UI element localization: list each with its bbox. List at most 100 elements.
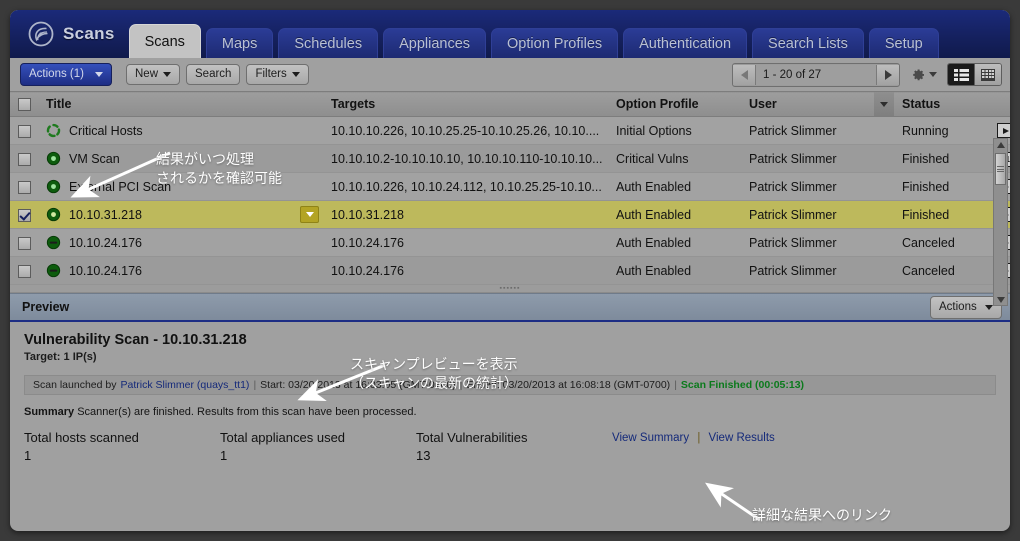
search-button[interactable]: Search [186, 64, 241, 85]
scan-detail-title: Vulnerability Scan - 10.10.31.218 [24, 332, 247, 348]
finished-dot-icon [46, 179, 61, 194]
settings-menu-button[interactable] [910, 67, 937, 83]
row-checkbox-cell[interactable] [10, 256, 38, 285]
list-view-button[interactable] [948, 64, 974, 85]
chevron-down-icon [95, 72, 103, 77]
row-checkbox[interactable] [18, 152, 31, 166]
table-row[interactable]: 10.10.24.176 10.10.24.176 Auth Enabled P… [10, 256, 1010, 285]
spinner-running-icon [46, 123, 61, 138]
launch-user-link[interactable]: Patrick Slimmer (quays_tt1) [120, 379, 249, 391]
row-checkbox-cell[interactable] [10, 144, 38, 173]
view-results-link[interactable]: View Results [709, 432, 775, 444]
scan-preview-pane: Vulnerability Scan - 10.10.31.218 Target… [10, 322, 1010, 497]
scan-status-badge: Scan Finished (00:05:13) [680, 379, 805, 391]
row-status-cell: Canceled [894, 256, 989, 285]
annotation-view-results: 詳細な結果へのリンク [752, 507, 892, 523]
column-header-user[interactable]: User [741, 91, 894, 117]
table-row[interactable]: External PCI Scan 10.10.10.226, 10.10.24… [10, 172, 1010, 201]
row-checkbox[interactable] [18, 264, 31, 278]
table-row[interactable]: Critical Hosts 10.10.10.226, 10.10.25.25… [10, 116, 1010, 145]
tab-option-profiles[interactable]: Option Profiles [491, 28, 619, 58]
preview-actions-button[interactable]: Actions [930, 295, 1002, 319]
row-checkbox[interactable] [18, 208, 31, 222]
row-targets-cell: 10.10.10.226, 10.10.24.112, 10.10.25.25-… [323, 172, 608, 201]
tab-schedules[interactable]: Schedules [278, 28, 379, 58]
pager-prev-button[interactable] [733, 64, 756, 85]
row-checkbox[interactable] [18, 180, 31, 194]
select-all-header[interactable] [10, 91, 38, 117]
row-status-cell: Finished [894, 200, 989, 229]
scroll-up-arrow-icon[interactable] [995, 139, 1006, 150]
triangle-left-icon [740, 69, 748, 80]
tab-setup[interactable]: Setup [868, 28, 939, 58]
view-summary-link[interactable]: View Summary [612, 432, 689, 444]
links-separator: | [697, 432, 701, 444]
row-status-cell: Running [894, 116, 989, 145]
row-title-cell: 10.10.24.176 [38, 228, 323, 257]
tab-maps[interactable]: Maps [205, 28, 274, 58]
table-row[interactable]: 10.10.24.176 10.10.24.176 Auth Enabled P… [10, 228, 1010, 257]
row-checkbox-cell[interactable] [10, 172, 38, 201]
chevron-down-icon [291, 72, 300, 77]
row-checkbox[interactable] [18, 124, 31, 138]
row-checkbox[interactable] [18, 236, 31, 250]
launch-sep-3: | [674, 379, 677, 391]
launch-prefix: Scan launched by [33, 379, 117, 391]
scroll-down-arrow-icon[interactable] [995, 294, 1006, 305]
pager-next-button[interactable] [876, 64, 899, 85]
chevron-down-icon [305, 212, 314, 217]
row-checkbox-cell[interactable] [10, 200, 38, 229]
row-title-cell: Critical Hosts [38, 116, 323, 145]
row-title-cell: VM Scan [38, 144, 323, 173]
tab-authentication[interactable]: Authentication [623, 28, 748, 58]
column-header-title[interactable]: Title [38, 91, 323, 117]
scan-target-line: Target: 1 IP(s) [24, 351, 996, 363]
row-targets-cell: 10.10.24.176 [323, 256, 608, 285]
filters-button[interactable]: Filters [246, 64, 309, 85]
table-row[interactable]: VM Scan 10.10.10.2-10.10.10.10, 10.10.10… [10, 144, 1010, 173]
row-title-cell: External PCI Scan [38, 172, 323, 201]
chevron-down-icon [929, 72, 937, 77]
row-targets-cell: 10.10.10.2-10.10.10.10, 10.10.10.110-10.… [323, 144, 608, 173]
launch-ended: Ended: 03/20/2013 at 16:08:18 (GMT-0700) [466, 379, 671, 391]
row-title-label: 10.10.24.176 [69, 263, 142, 278]
row-targets-cell: 10.10.10.226, 10.10.25.25-10.10.25.26, 1… [323, 116, 608, 145]
canceled-minus-icon [46, 235, 61, 250]
launch-sep-1: | [253, 379, 257, 391]
table-row[interactable]: 10.10.31.218 10.10.31.218 Auth Enabled P… [10, 200, 1010, 229]
actions-button[interactable]: Actions (1) [20, 63, 112, 86]
row-status-cell: Finished [894, 172, 989, 201]
column-header-targets[interactable]: Targets [323, 91, 608, 117]
pagination: 1 - 20 of 27 [732, 62, 900, 87]
main-tabs: Scans Maps Schedules Appliances Option P… [128, 10, 944, 58]
row-menu-button[interactable] [300, 206, 319, 223]
scans-application-window: Scans Scans Maps Schedules Appliances Op… [10, 10, 1010, 531]
gear-icon [913, 69, 924, 80]
finished-dot-icon [46, 151, 61, 166]
row-checkbox-cell[interactable] [10, 116, 38, 145]
row-user-cell: Patrick Slimmer [741, 200, 894, 229]
column-header-status[interactable]: Status [894, 91, 1010, 117]
row-title-label: 10.10.31.218 [69, 207, 142, 222]
row-option-profile-cell: Initial Options [608, 116, 741, 145]
scan-launch-info: Scan launched by Patrick Slimmer (quays_… [24, 375, 996, 395]
column-header-option-profile[interactable]: Option Profile [608, 91, 741, 117]
play-action-icon[interactable] [997, 123, 1010, 139]
new-button[interactable]: New [126, 64, 181, 85]
select-all-checkbox[interactable] [18, 98, 31, 112]
scrollbar-thumb[interactable] [995, 153, 1006, 185]
row-checkbox-cell[interactable] [10, 228, 38, 257]
table-header-row: Title Targets Option Profile User Status [10, 91, 1010, 117]
grid-view-button[interactable] [974, 64, 1001, 85]
row-option-profile-cell: Auth Enabled [608, 256, 741, 285]
tab-search-lists[interactable]: Search Lists [752, 28, 864, 58]
table-scrollbar[interactable] [993, 138, 1008, 306]
app-header: Scans Scans Maps Schedules Appliances Op… [10, 10, 1010, 58]
pane-splitter[interactable]: ▪▪▪▪▪▪ [10, 285, 1010, 293]
filters-button-label: Filters [255, 68, 287, 80]
preview-links: View Summary | View Results [612, 430, 775, 444]
tab-scans[interactable]: Scans [128, 24, 201, 58]
column-sort-indicator[interactable] [874, 92, 894, 116]
tab-appliances[interactable]: Appliances [383, 28, 487, 58]
column-header-user-label: User [749, 97, 777, 111]
